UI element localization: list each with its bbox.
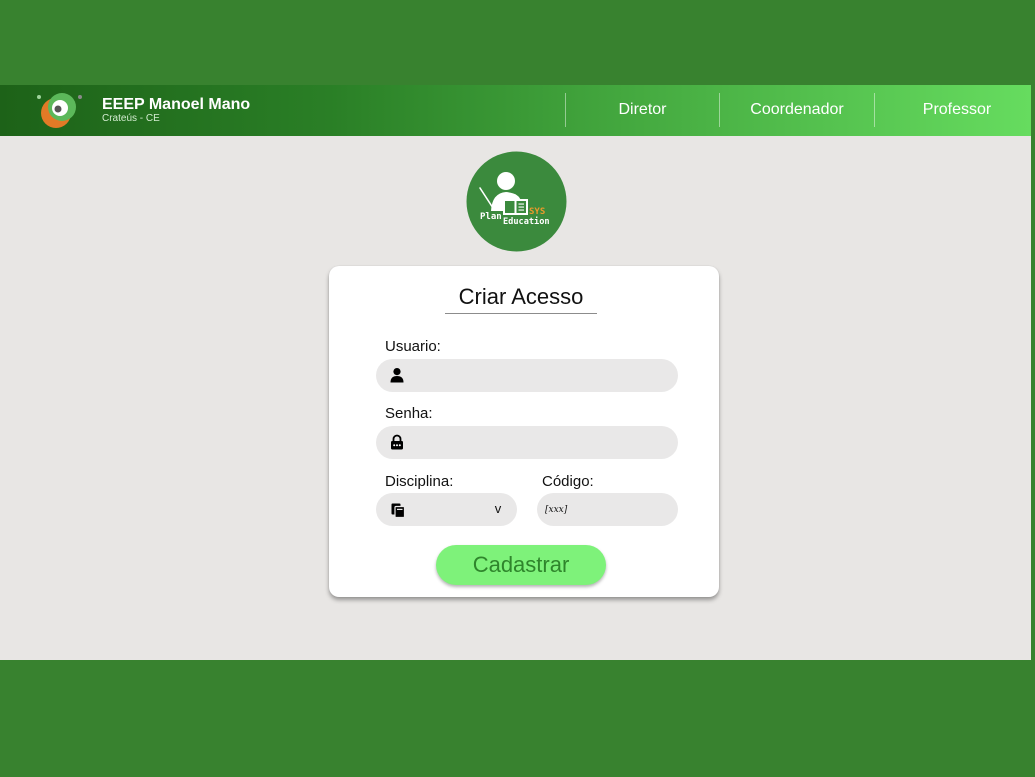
codigo-input[interactable]: [537, 493, 678, 526]
logo-word-education: Education: [503, 216, 550, 227]
app-logo: Plan SYS Education: [466, 151, 567, 252]
title-underline: [445, 313, 597, 314]
nav-divider: [874, 93, 875, 127]
codigo-label: Código:: [542, 473, 594, 490]
main-nav: Diretor Coordenador Professor: [0, 85, 1031, 136]
senha-label: Senha:: [385, 405, 433, 422]
main-content: Plan SYS Education Criar Acesso Usuario:…: [0, 136, 1031, 660]
nav-item-professor[interactable]: Professor: [884, 100, 1030, 120]
cadastrar-button[interactable]: Cadastrar: [436, 545, 606, 585]
books-icon: [391, 503, 406, 518]
usuario-field: [376, 359, 678, 392]
teacher-icon: Plan SYS Education: [466, 151, 567, 252]
chevron-down-icon: v: [494, 501, 502, 516]
logo-word-sys: SYS: [529, 207, 545, 217]
create-access-card: Criar Acesso Usuario: Senha: Disciplina:: [329, 266, 719, 597]
usuario-label: Usuario:: [385, 338, 441, 355]
nav-item-diretor[interactable]: Diretor: [566, 100, 719, 120]
disciplina-label: Disciplina:: [385, 473, 454, 490]
senha-field: [376, 426, 678, 459]
disciplina-select[interactable]: v: [376, 493, 517, 526]
nav-item-coordenador[interactable]: Coordenador: [720, 100, 874, 120]
senha-input[interactable]: [376, 426, 678, 459]
site-header: EEEP Manoel Mano Crateús - CE Diretor Co…: [0, 85, 1031, 136]
form-title: Criar Acesso: [458, 284, 584, 309]
logo-word-plan: Plan: [480, 212, 502, 222]
usuario-input[interactable]: [376, 359, 678, 392]
codigo-field: [xxx]: [537, 493, 678, 526]
